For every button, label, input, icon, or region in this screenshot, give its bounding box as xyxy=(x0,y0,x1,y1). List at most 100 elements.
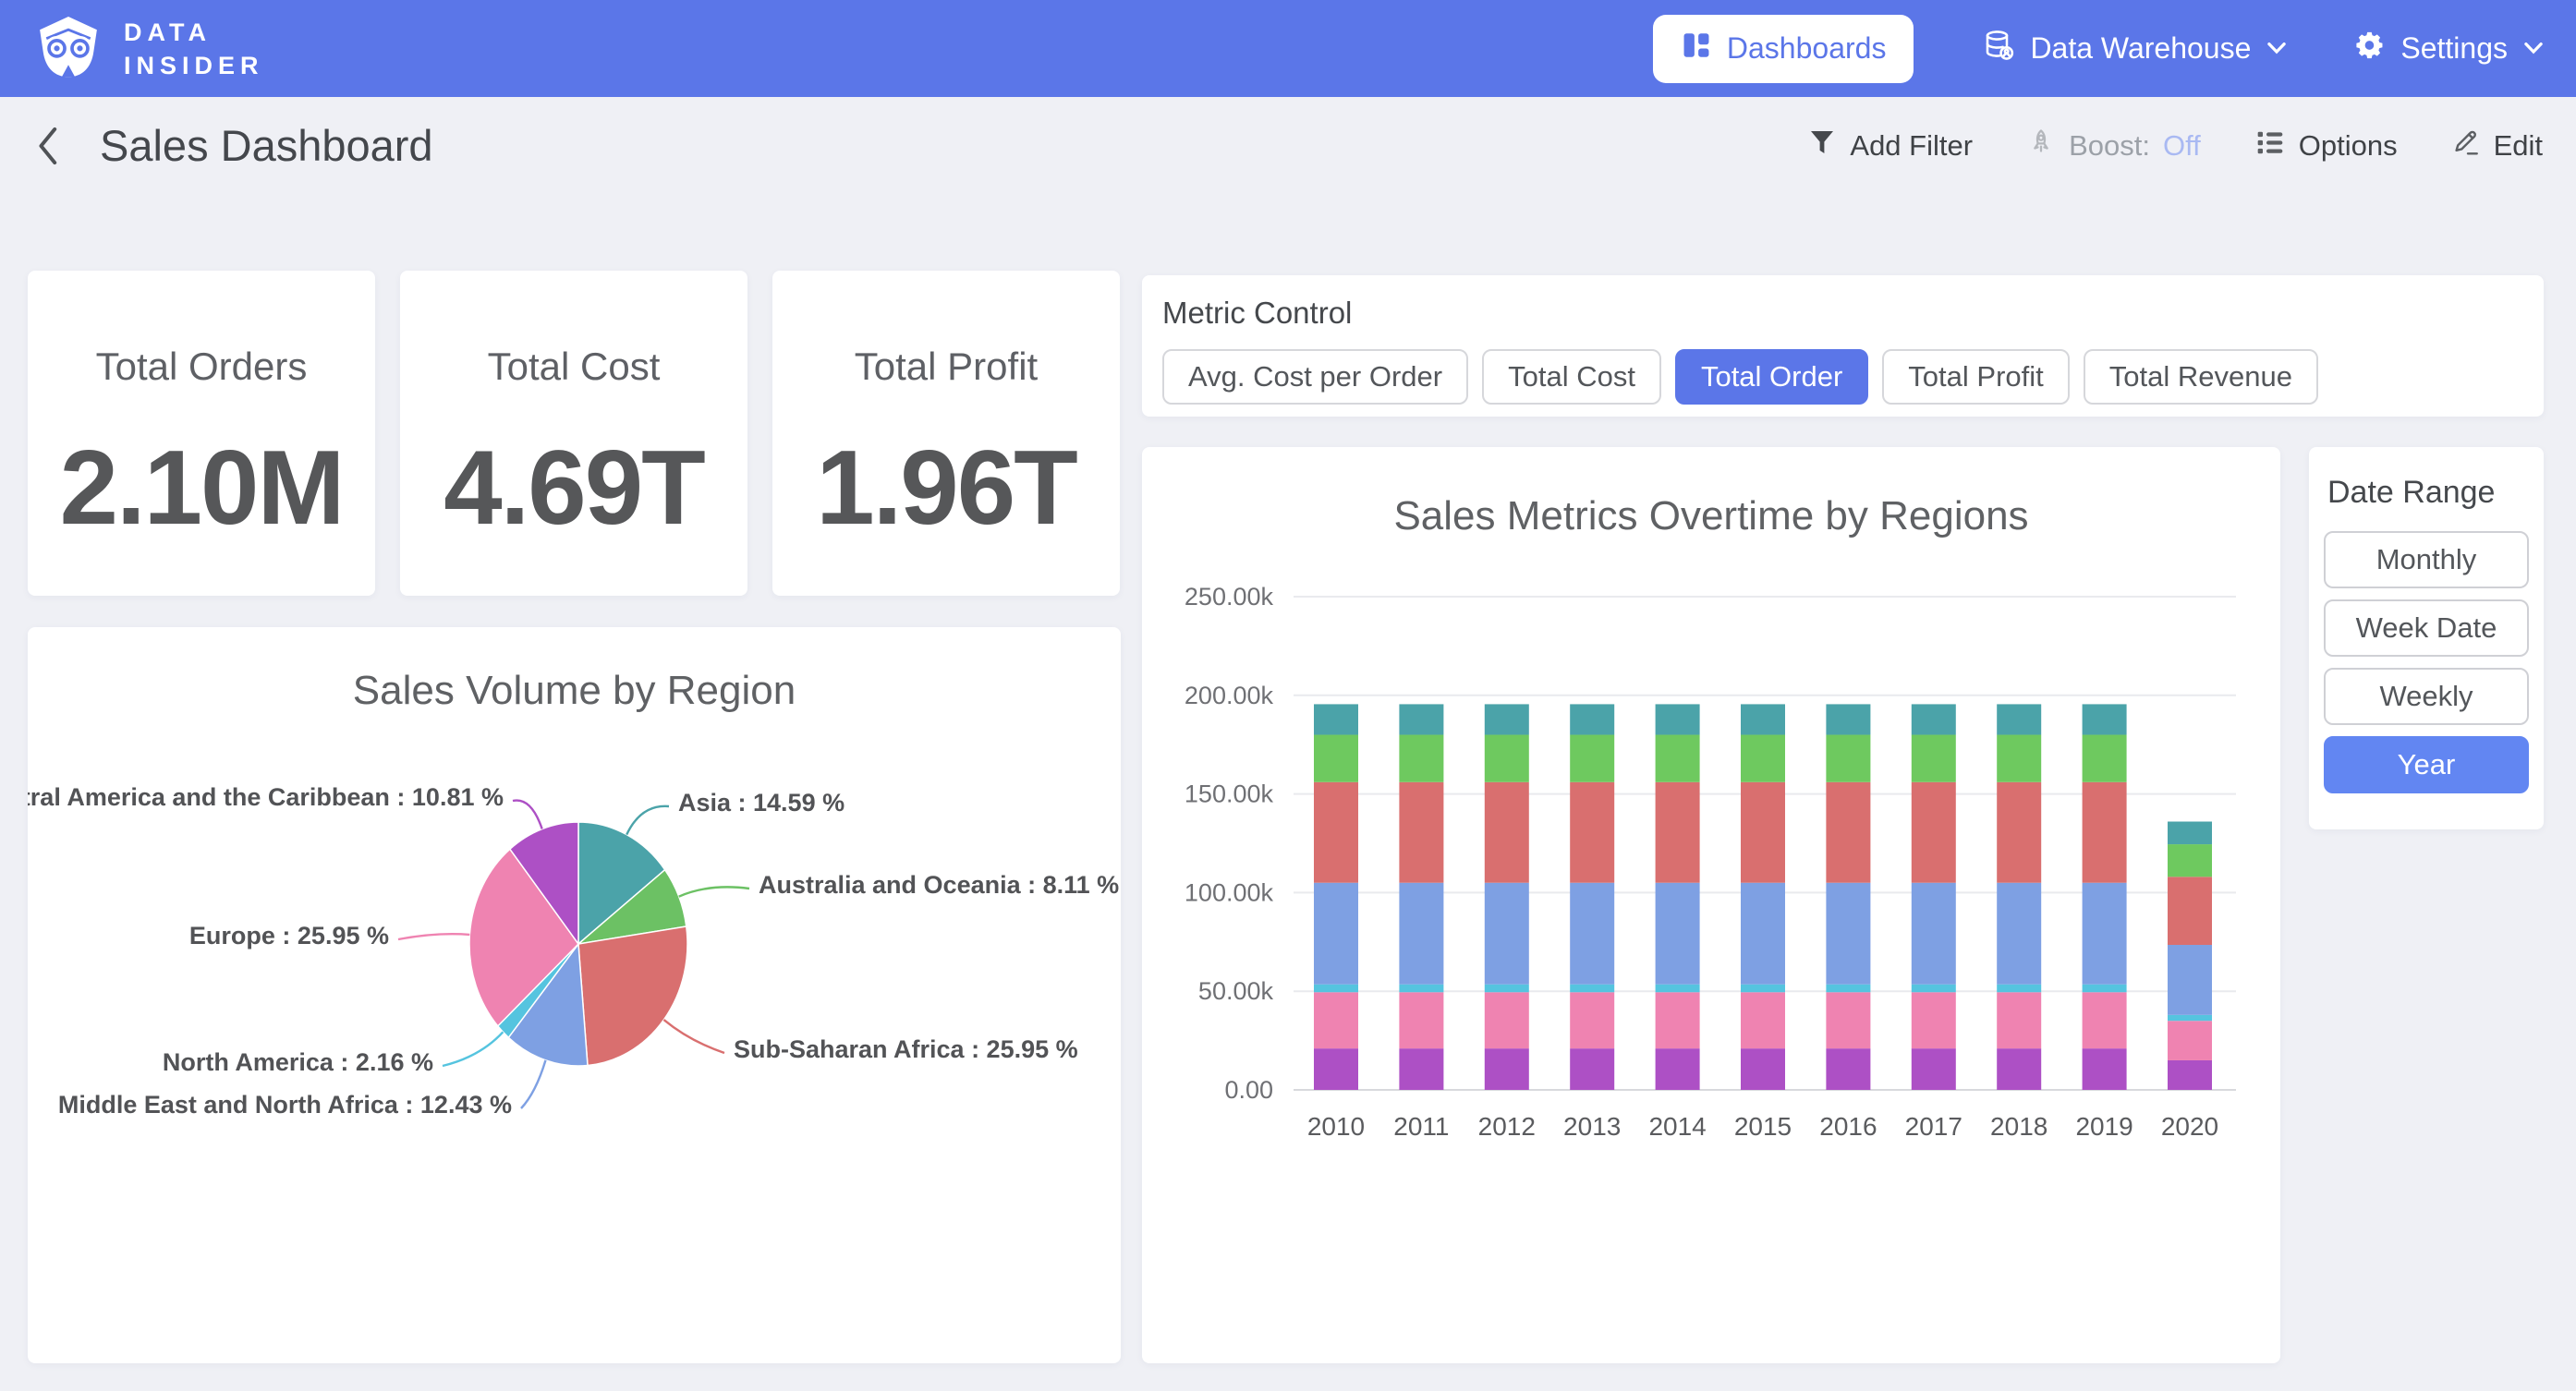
brand-logo[interactable]: DATA INSIDER xyxy=(33,9,264,88)
bar-segment-australia-and-oceania-2013[interactable] xyxy=(1570,704,1614,734)
bar-segment-middle-east-and-north-africa-2010[interactable] xyxy=(1314,735,1358,782)
bar-segment-sub-saharan-africa-2014[interactable] xyxy=(1656,782,1700,883)
bar-segment-north-america-2011[interactable] xyxy=(1399,985,1443,993)
date-range-option-year[interactable]: Year xyxy=(2324,736,2529,793)
bar-segment-asia-2020[interactable] xyxy=(2168,1021,2212,1060)
metric-option-total-cost[interactable]: Total Cost xyxy=(1482,349,1661,405)
boost-toggle[interactable]: Boost: Off xyxy=(2026,127,2201,164)
bar-segment-middle-east-and-north-africa-2016[interactable] xyxy=(1826,735,1870,782)
bar-segment-north-america-2010[interactable] xyxy=(1314,985,1358,993)
bar-segment-north-america-2020[interactable] xyxy=(2168,1015,2212,1021)
bar-segment-australia-and-oceania-2017[interactable] xyxy=(1912,704,1956,734)
bar-segment-middle-east-and-north-africa-2019[interactable] xyxy=(2083,735,2127,782)
bar-segment-north-america-2014[interactable] xyxy=(1656,985,1700,993)
bar-segment-australia-and-oceania-2011[interactable] xyxy=(1399,704,1443,734)
pie-slice-sub-saharan-africa[interactable] xyxy=(578,926,687,1066)
metric-option-total-revenue[interactable]: Total Revenue xyxy=(2084,349,2318,405)
pie-slice-label: Europe : 25.95 % xyxy=(189,922,389,950)
bar-segment-sub-saharan-africa-2011[interactable] xyxy=(1399,782,1443,883)
bar-segment-asia-2018[interactable] xyxy=(1997,992,2041,1048)
date-range-option-monthly[interactable]: Monthly xyxy=(2324,531,2529,588)
bar-segment-australia-and-oceania-2018[interactable] xyxy=(1997,704,2041,734)
bar-segment-asia-2010[interactable] xyxy=(1314,992,1358,1048)
bar-segment-sub-saharan-africa-2012[interactable] xyxy=(1485,782,1529,883)
bar-segment-north-america-2017[interactable] xyxy=(1912,985,1956,993)
date-range-option-week-date[interactable]: Week Date xyxy=(2324,599,2529,657)
bar-segment-europe-2015[interactable] xyxy=(1741,883,1785,985)
bar-segment-australia-and-oceania-2020[interactable] xyxy=(2168,822,2212,845)
metric-option-total-order[interactable]: Total Order xyxy=(1675,349,1868,405)
edit-button[interactable]: Edit xyxy=(2451,127,2543,164)
bar-segment-north-america-2016[interactable] xyxy=(1826,985,1870,993)
bar-segment-europe-2018[interactable] xyxy=(1997,883,2041,985)
bar-segment-australia-and-oceania-2014[interactable] xyxy=(1656,704,1700,734)
bar-segment-central-america-and-the-caribbean-2020[interactable] xyxy=(2168,1060,2212,1090)
bar-segment-asia-2011[interactable] xyxy=(1399,992,1443,1048)
bar-segment-asia-2012[interactable] xyxy=(1485,992,1529,1048)
bar-segment-central-america-and-the-caribbean-2014[interactable] xyxy=(1656,1048,1700,1090)
bar-segment-asia-2015[interactable] xyxy=(1741,992,1785,1048)
bar-segment-north-america-2015[interactable] xyxy=(1741,985,1785,993)
bar-segment-sub-saharan-africa-2016[interactable] xyxy=(1826,782,1870,883)
bar-segment-sub-saharan-africa-2013[interactable] xyxy=(1570,782,1614,883)
bar-segment-europe-2019[interactable] xyxy=(2083,883,2127,985)
bar-segment-central-america-and-the-caribbean-2015[interactable] xyxy=(1741,1048,1785,1090)
bar-segment-north-america-2018[interactable] xyxy=(1997,985,2041,993)
bar-segment-sub-saharan-africa-2015[interactable] xyxy=(1741,782,1785,883)
bar-segment-europe-2014[interactable] xyxy=(1656,883,1700,985)
bar-segment-north-america-2013[interactable] xyxy=(1570,985,1614,993)
bar-segment-europe-2016[interactable] xyxy=(1826,883,1870,985)
bar-segment-north-america-2012[interactable] xyxy=(1485,985,1529,993)
bar-segment-asia-2019[interactable] xyxy=(2083,992,2127,1048)
bar-segment-sub-saharan-africa-2017[interactable] xyxy=(1912,782,1956,883)
metric-option-avg-cost-per-order[interactable]: Avg. Cost per Order xyxy=(1162,349,1468,405)
bar-segment-central-america-and-the-caribbean-2013[interactable] xyxy=(1570,1048,1614,1090)
metric-option-total-profit[interactable]: Total Profit xyxy=(1882,349,2069,405)
bar-segment-asia-2014[interactable] xyxy=(1656,992,1700,1048)
pie-chart[interactable]: Asia : 14.59 %Australia and Oceania : 8.… xyxy=(28,627,1121,1363)
bar-segment-asia-2017[interactable] xyxy=(1912,992,1956,1048)
bar-segment-australia-and-oceania-2012[interactable] xyxy=(1485,704,1529,734)
bar-segment-middle-east-and-north-africa-2011[interactable] xyxy=(1399,735,1443,782)
bar-segment-north-america-2019[interactable] xyxy=(2083,985,2127,993)
bar-segment-sub-saharan-africa-2020[interactable] xyxy=(2168,877,2212,945)
bar-segment-central-america-and-the-caribbean-2019[interactable] xyxy=(2083,1048,2127,1090)
bar-segment-australia-and-oceania-2015[interactable] xyxy=(1741,704,1785,734)
bar-segment-central-america-and-the-caribbean-2017[interactable] xyxy=(1912,1048,1956,1090)
bar-segment-europe-2017[interactable] xyxy=(1912,883,1956,985)
bar-segment-asia-2013[interactable] xyxy=(1570,992,1614,1048)
back-button[interactable] xyxy=(33,125,61,167)
bar-segment-australia-and-oceania-2010[interactable] xyxy=(1314,704,1358,734)
bar-segment-europe-2020[interactable] xyxy=(2168,945,2212,1015)
bar-segment-australia-and-oceania-2019[interactable] xyxy=(2083,704,2127,734)
bar-segment-sub-saharan-africa-2010[interactable] xyxy=(1314,782,1358,883)
add-filter-button[interactable]: Add Filter xyxy=(1807,127,1973,164)
kpi-value: 1.96T xyxy=(772,428,1120,549)
bar-segment-europe-2010[interactable] xyxy=(1314,883,1358,985)
bar-segment-middle-east-and-north-africa-2015[interactable] xyxy=(1741,735,1785,782)
nav-item-dashboards[interactable]: Dashboards xyxy=(1653,15,1914,83)
bar-segment-middle-east-and-north-africa-2017[interactable] xyxy=(1912,735,1956,782)
bar-segment-europe-2013[interactable] xyxy=(1570,883,1614,985)
date-range-option-weekly[interactable]: Weekly xyxy=(2324,668,2529,725)
bar-segment-central-america-and-the-caribbean-2010[interactable] xyxy=(1314,1048,1358,1090)
bar-segment-middle-east-and-north-africa-2014[interactable] xyxy=(1656,735,1700,782)
bar-segment-central-america-and-the-caribbean-2012[interactable] xyxy=(1485,1048,1529,1090)
nav-item-data-warehouse[interactable]: Data Warehouse xyxy=(1982,29,2286,69)
bar-segment-europe-2011[interactable] xyxy=(1399,883,1443,985)
stacked-bar-chart[interactable]: 250.00k200.00k150.00k100.00k50.00k0.0020… xyxy=(1142,447,2280,1363)
bar-segment-sub-saharan-africa-2018[interactable] xyxy=(1997,782,2041,883)
nav-item-settings[interactable]: Settings xyxy=(2354,30,2543,68)
bar-segment-australia-and-oceania-2016[interactable] xyxy=(1826,704,1870,734)
bar-segment-europe-2012[interactable] xyxy=(1485,883,1529,985)
bar-segment-central-america-and-the-caribbean-2016[interactable] xyxy=(1826,1048,1870,1090)
bar-segment-central-america-and-the-caribbean-2011[interactable] xyxy=(1399,1048,1443,1090)
bar-segment-asia-2016[interactable] xyxy=(1826,992,1870,1048)
bar-segment-middle-east-and-north-africa-2020[interactable] xyxy=(2168,844,2212,877)
bar-segment-middle-east-and-north-africa-2018[interactable] xyxy=(1997,735,2041,782)
bar-segment-central-america-and-the-caribbean-2018[interactable] xyxy=(1997,1048,2041,1090)
options-button[interactable]: Options xyxy=(2254,127,2398,164)
bar-segment-sub-saharan-africa-2019[interactable] xyxy=(2083,782,2127,883)
bar-segment-middle-east-and-north-africa-2012[interactable] xyxy=(1485,735,1529,782)
bar-segment-middle-east-and-north-africa-2013[interactable] xyxy=(1570,735,1614,782)
